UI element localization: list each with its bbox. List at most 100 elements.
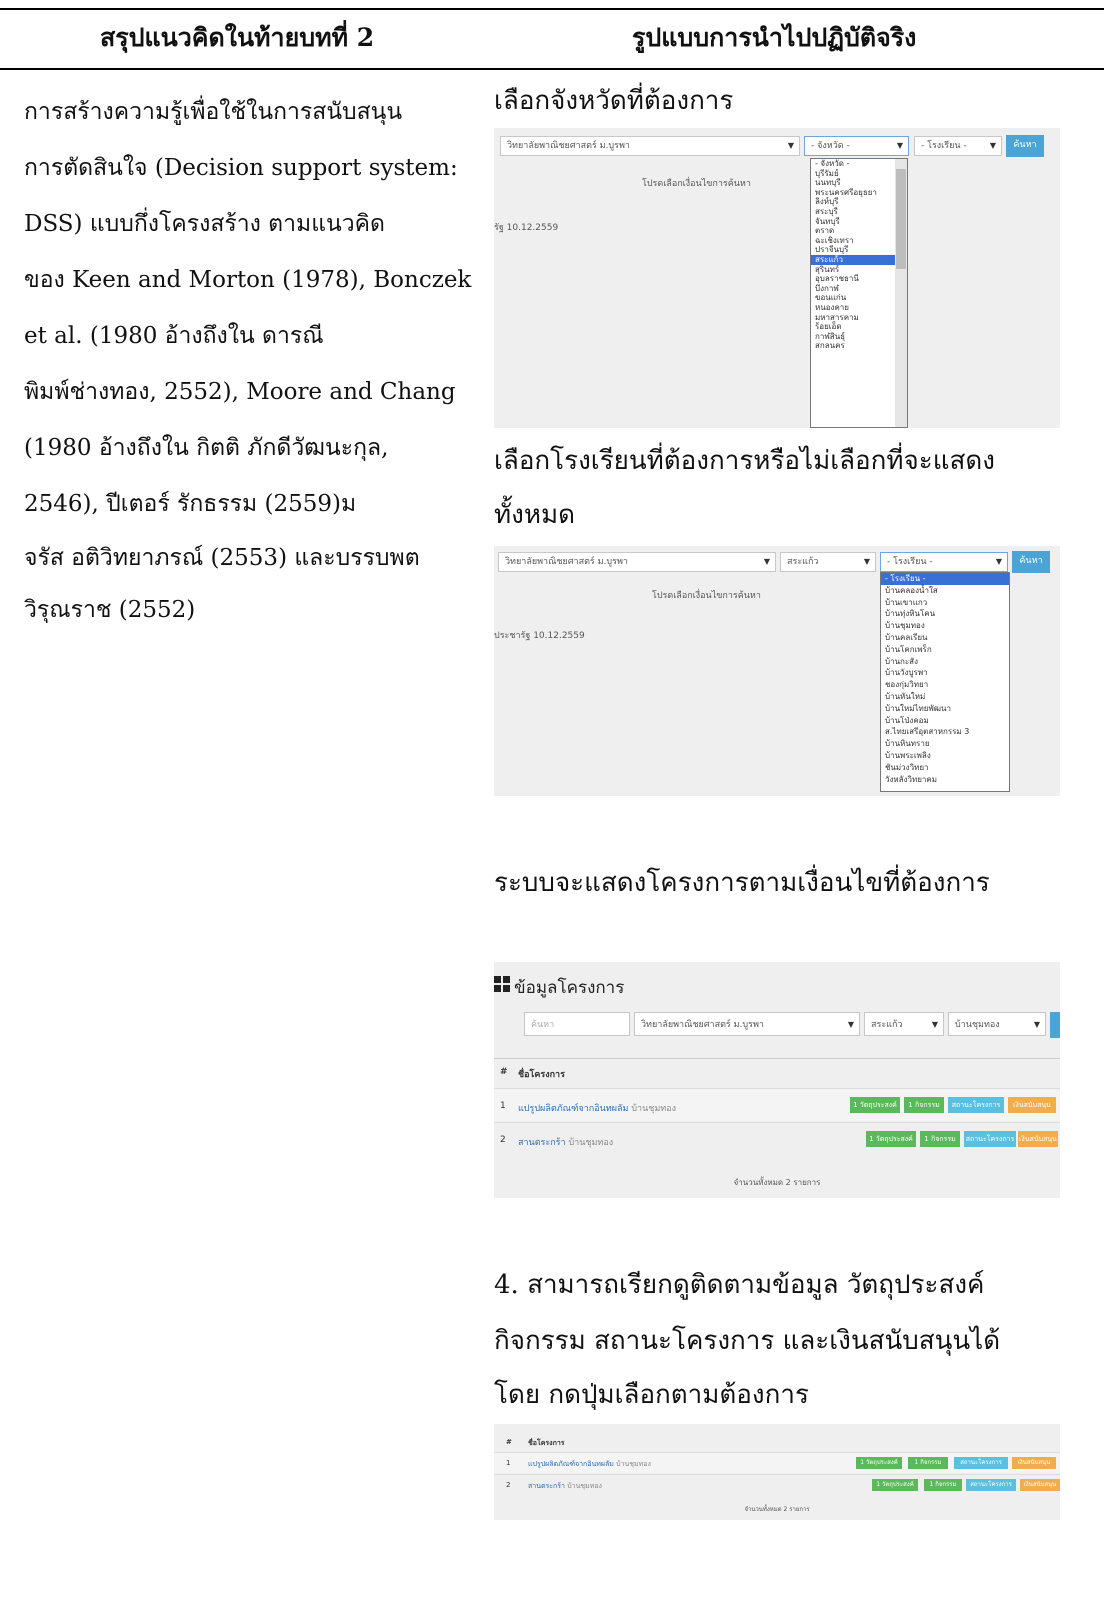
- province-option[interactable]: ตราด: [811, 226, 907, 236]
- search-button[interactable]: ค้นหา: [1012, 551, 1050, 573]
- college-select-value: วิทยาลัยพาณิชยศาสตร์ ม.บูรพา: [505, 557, 628, 567]
- school-option[interactable]: ชองกุ่มวิทยา: [881, 679, 1009, 691]
- scrollbar-thumb[interactable]: [896, 169, 906, 269]
- caption-follow-data: 4. สามารถเรียกดูติดตามข้อมูล วัตถุประสงค…: [494, 1270, 985, 1300]
- funding-button[interactable]: เงินสนับสนุน: [1012, 1457, 1056, 1469]
- funding-button[interactable]: เงินสนับสนุน: [1018, 1131, 1058, 1147]
- chevron-down-icon: ▼: [896, 141, 903, 150]
- province-option[interactable]: สุรินทร์: [811, 265, 907, 275]
- search-input-placeholder: ค้นหา: [531, 1020, 555, 1030]
- funding-button[interactable]: เงินสนับสนุน: [1008, 1097, 1056, 1113]
- project-link[interactable]: แปรูปผลิตภัณฑ์จากอินทผลัม บ้านชุมทอง: [518, 1101, 676, 1115]
- college-select[interactable]: วิทยาลัยพาณิชยศาสตร์ ม.บูรพา ▼: [500, 136, 800, 156]
- college-select[interactable]: วิทยาลัยพาณิชยศาสตร์ ม.บูรพา ▼: [634, 1012, 860, 1036]
- college-select-value: วิทยาลัยพาณิชยศาสตร์ ม.บูรพา: [641, 1020, 764, 1030]
- status-button[interactable]: สถานะโครงการ: [966, 1479, 1016, 1491]
- province-option[interactable]: ขอนแก่น: [811, 293, 907, 303]
- activity-button[interactable]: 1 กิจกรรม: [904, 1097, 944, 1113]
- province-option[interactable]: หนองคาย: [811, 303, 907, 313]
- school-option[interactable]: บ้านพระเพลิง: [881, 750, 1009, 762]
- province-option[interactable]: อุบลราชธานี: [811, 274, 907, 284]
- date-text: รัฐ 10.12.2559: [494, 223, 559, 233]
- province-option[interactable]: นนทบุรี: [811, 178, 907, 188]
- province-option[interactable]: ปราจีนบุรี: [811, 245, 907, 255]
- col-name-header: ชื่อโครงการ: [528, 1439, 565, 1447]
- province-select[interactable]: สระแก้ว ▼: [864, 1012, 944, 1036]
- province-option[interactable]: กาฬสินธุ์: [811, 332, 907, 342]
- header-left: สรุปแนวคิดในท้ายบทที่ 2: [100, 23, 375, 52]
- province-option-selected[interactable]: สระแก้ว: [811, 254, 907, 265]
- search-button[interactable]: ค้นหา: [1006, 135, 1044, 157]
- province-select[interactable]: - จังหวัด - ▼: [804, 136, 909, 156]
- status-button[interactable]: สถานะโครงการ: [948, 1097, 1004, 1113]
- school-select[interactable]: - โรงเรียน - ▼: [880, 552, 1008, 572]
- province-option[interactable]: ฉะเชิงเทรา: [811, 236, 907, 246]
- school-select[interactable]: - โรงเรียน - ▼: [914, 136, 1002, 156]
- project-link[interactable]: สานตระกร้า บ้านชุมทอง: [528, 1481, 602, 1492]
- left-line: DSS) แบบกึ่งโครงสร้าง ตามแนวคิด: [24, 211, 385, 237]
- table-header: # ชื่อโครงการ: [494, 1432, 1060, 1450]
- project-school: บ้านชุมทอง: [631, 1104, 677, 1114]
- search-button[interactable]: [1050, 1012, 1060, 1038]
- school-option[interactable]: บ้านคลเรียน: [881, 632, 1009, 644]
- activity-button[interactable]: 1 กิจกรรม: [920, 1131, 960, 1147]
- left-line: จรัส อติวิทยาภรณ์ (2553) และบรรบพต: [24, 545, 420, 571]
- province-option[interactable]: สกลนคร: [811, 341, 907, 351]
- province-option[interactable]: ลิงห์บุรี: [811, 197, 907, 207]
- grid-icon: [494, 976, 510, 992]
- status-button[interactable]: สถานะโครงการ: [954, 1457, 1008, 1469]
- province-select-value: สระแก้ว: [871, 1020, 903, 1030]
- province-select[interactable]: สระแก้ว ▼: [780, 552, 876, 572]
- school-option[interactable]: บ้านโคกเพร็ก: [881, 644, 1009, 656]
- province-dropdown-list[interactable]: - จังหวัด - บุรีรัมย์ นนทบุรี พระนครศรีอ…: [810, 158, 908, 428]
- province-option[interactable]: - จังหวัด -: [811, 159, 907, 169]
- province-option[interactable]: ร้อยเอ็ด: [811, 322, 907, 332]
- school-option[interactable]: ส.ไทยเสรีอุตสาหกรรม 3: [881, 726, 1009, 738]
- school-option[interactable]: บ้านกะสัง: [881, 656, 1009, 668]
- school-option[interactable]: บ้านเขาแกว: [881, 597, 1009, 609]
- project-link[interactable]: แปรูปผลิตภัณฑ์จากอินทผลัม บ้านชุมทอง: [528, 1459, 651, 1470]
- search-input[interactable]: ค้นหา: [524, 1012, 630, 1036]
- project-link[interactable]: สานตระกร้า บ้านชุมทอง: [518, 1135, 613, 1149]
- province-option[interactable]: บึงกาฬ: [811, 284, 907, 294]
- province-option[interactable]: มหาสารคาม: [811, 313, 907, 323]
- status-button[interactable]: สถานะโครงการ: [964, 1131, 1016, 1147]
- funding-button[interactable]: เงินสนับสนุน: [1020, 1479, 1060, 1491]
- chevron-down-icon: ▼: [863, 557, 870, 566]
- table-header: # ชื่อโครงการ: [494, 1058, 1060, 1087]
- objective-button[interactable]: 1 วัตถุประสงค์: [856, 1457, 902, 1469]
- college-select[interactable]: วิทยาลัยพาณิชยศาสตร์ ม.บูรพา ▼: [498, 552, 776, 572]
- objective-button[interactable]: 1 วัตถุประสงค์: [866, 1131, 916, 1147]
- province-option[interactable]: พระนครศรีอยุธยา: [811, 188, 907, 198]
- dropdown-scrollbar[interactable]: [895, 159, 907, 427]
- search-prompt: โปรดเลือกเงื่อนไขการค้นหา: [652, 591, 761, 601]
- header-right: รูปแบบการนำไปปฏิบัติจริง: [632, 23, 917, 52]
- screenshot-project-table: # ชื่อโครงการ 1 แปรูปผลิตภัณฑ์จากอินทผลั…: [494, 1424, 1060, 1520]
- school-option-selected[interactable]: - โรงเรียน -: [881, 573, 1009, 585]
- objective-button[interactable]: 1 วัตถุประสงค์: [850, 1097, 900, 1113]
- province-option[interactable]: บุรีรัมย์: [811, 169, 907, 179]
- school-option[interactable]: บ้านใหม่ไทยพัฒนา: [881, 703, 1009, 715]
- activity-button[interactable]: 1 กิจกรรม: [924, 1479, 962, 1491]
- school-option[interactable]: ชันม่วงวิทยา: [881, 762, 1009, 774]
- school-option[interactable]: วังหลังวิทยาคม: [881, 774, 1009, 786]
- province-option[interactable]: จันทบุรี: [811, 217, 907, 227]
- school-option[interactable]: บ้านคลองน้ำใส: [881, 585, 1009, 597]
- school-option[interactable]: บ้านหันใหม่: [881, 691, 1009, 703]
- school-dropdown-list[interactable]: - โรงเรียน - บ้านคลองน้ำใส บ้านเขาแกว บ้…: [880, 572, 1010, 792]
- left-line: พิมพ์ช่างทอง, 2552), Moore and Chang: [24, 379, 456, 405]
- school-option[interactable]: บ้านชุมทอง: [881, 620, 1009, 632]
- row-number: 1: [506, 1459, 511, 1467]
- school-option[interactable]: บ้านโป่งคอม: [881, 715, 1009, 727]
- search-prompt: โปรดเลือกเงื่อนไขการค้นหา: [642, 179, 751, 189]
- objective-button[interactable]: 1 วัตถุประสงค์: [872, 1479, 918, 1491]
- activity-button[interactable]: 1 กิจกรรม: [908, 1457, 948, 1469]
- school-select[interactable]: บ้านชุมทอง ▼: [948, 1012, 1046, 1036]
- project-school: บ้านชุมทอง: [568, 1138, 614, 1148]
- school-option[interactable]: บ้านหินทราย: [881, 738, 1009, 750]
- school-option[interactable]: บ้านวังบูรพา: [881, 667, 1009, 679]
- school-option[interactable]: บ้านทุ่งหินโคน: [881, 608, 1009, 620]
- table-row: 1 แปรูปผลิตภัณฑ์จากอินทผลัม บ้านชุมทอง 1…: [494, 1088, 1060, 1121]
- province-option[interactable]: สระบุรี: [811, 207, 907, 217]
- left-line: (1980 อ้างถึงใน กิตติ ภักดีวัฒนะกุล,: [24, 435, 389, 461]
